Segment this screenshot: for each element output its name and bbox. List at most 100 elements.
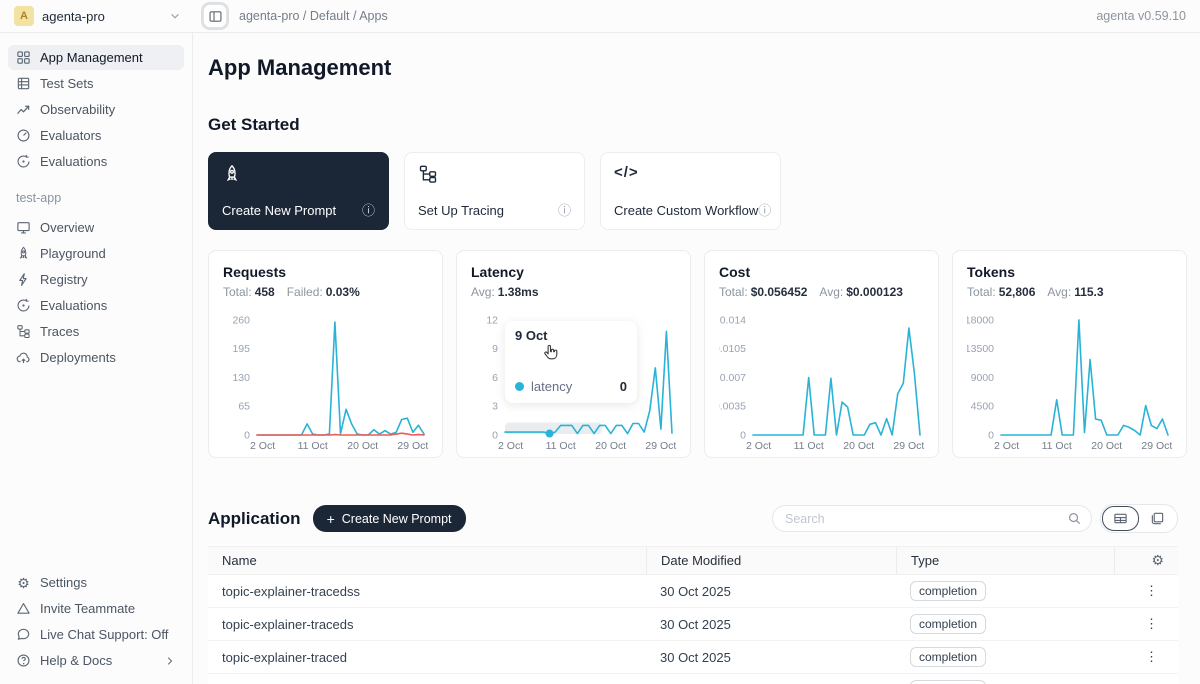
chart-stats: Total:458Failed:0.03%	[223, 285, 428, 299]
svg-text:2 Oct: 2 Oct	[250, 440, 275, 452]
monitor-icon	[16, 220, 31, 235]
sidebar: App ManagementTest SetsObservability Eval…	[0, 33, 193, 684]
column-header-type[interactable]: Type	[896, 547, 1114, 574]
chart-stats: Total:52,806Avg:115.3	[967, 285, 1172, 299]
svg-text:20 Oct: 20 Oct	[347, 440, 378, 452]
row-actions-cell: ⋮	[1114, 649, 1178, 665]
app-name-cell: topic-explainer-tracedss	[208, 584, 646, 599]
chevron-down-icon	[168, 9, 182, 23]
gear-icon[interactable]: ⚙	[1151, 552, 1164, 569]
workspace-switcher[interactable]: A agenta-pro	[0, 0, 193, 32]
sidebar-item-live-chat-support-off[interactable]: Live Chat Support: Off	[8, 622, 184, 647]
svg-text:9: 9	[492, 343, 498, 355]
view-toggle	[1100, 504, 1178, 533]
type-badge: completion	[910, 680, 986, 684]
sidebar-item-evaluators[interactable]: Evaluators	[8, 123, 184, 148]
sidebar-item-label: Deployments	[40, 350, 116, 365]
chart-stats: Avg:1.38ms	[471, 285, 676, 299]
rows-icon	[16, 76, 31, 91]
svg-text:260: 260	[232, 314, 250, 326]
svg-text:13500: 13500	[967, 343, 994, 355]
sidebar-item-traces[interactable]: Traces	[8, 319, 184, 344]
sidebar-item-playground[interactable]: Playground	[8, 241, 184, 266]
svg-text:29 Oct: 29 Oct	[1141, 440, 1172, 452]
search-input[interactable]	[772, 505, 1092, 532]
info-icon[interactable]: ⓘ	[558, 204, 571, 217]
sidebar-item-label: Live Chat Support: Off	[40, 627, 168, 642]
svg-text:11 Oct: 11 Oct	[546, 440, 576, 452]
chart-plot-tokens[interactable]: 18000135009000450002 Oct11 Oct20 Oct29 O…	[967, 305, 1172, 455]
sidebar-item-help-docs[interactable]: Help & Docs	[8, 648, 184, 673]
sidebar-item-label: Evaluations	[40, 154, 107, 169]
info-icon[interactable]: ⓘ	[362, 204, 375, 217]
info-icon[interactable]: ⓘ	[758, 204, 771, 217]
sidebar-item-overview[interactable]: Overview	[8, 215, 184, 240]
column-header-date-modified[interactable]: Date Modified	[646, 547, 896, 574]
search-icon[interactable]	[1067, 511, 1082, 526]
mouse-cursor-icon	[541, 343, 560, 365]
tooltip-value: 0	[620, 379, 627, 394]
svg-text:0.0105: 0.0105	[719, 343, 746, 355]
card-label: Create New Prompt	[222, 203, 336, 218]
kebab-menu-icon[interactable]: ⋮	[1145, 583, 1158, 598]
sidebar-item-evaluations[interactable]: Evaluations	[8, 149, 184, 174]
refresh-icon	[16, 298, 31, 313]
create-new-prompt-card[interactable]: Create New Prompt ⓘ	[208, 152, 389, 230]
svg-text:11 Oct: 11 Oct	[1042, 440, 1072, 452]
row-actions-cell: ⋮	[1114, 616, 1178, 632]
table-row[interactable]: topic-explainer-traceds30 Oct 2025comple…	[208, 608, 1178, 641]
table-view-icon	[1113, 511, 1128, 526]
svg-text:2 Oct: 2 Oct	[498, 440, 523, 452]
chart-title: Tokens	[967, 264, 1172, 280]
sidebar-item-registry[interactable]: Registry	[8, 267, 184, 292]
series-dot-icon	[515, 382, 524, 391]
svg-text:29 Oct: 29 Oct	[397, 440, 428, 452]
chart-plot-requests[interactable]: 2601951306502 Oct11 Oct20 Oct29 Oct	[223, 305, 428, 455]
sidebar-item-observability[interactable]: Observability	[8, 97, 184, 122]
sidebar-item-label: Registry	[40, 272, 88, 287]
card-label: Set Up Tracing	[418, 203, 504, 218]
card-view-button[interactable]	[1139, 506, 1176, 531]
chart-tooltip: 9 Octlatency0	[505, 321, 637, 403]
column-header-name[interactable]: Name	[208, 547, 646, 574]
sidebar-item-invite-teammate[interactable]: Invite Teammate	[8, 596, 184, 621]
breadcrumb[interactable]: agenta-pro / Default / Apps	[239, 9, 388, 23]
tooltip-date: 9 Oct	[515, 328, 627, 343]
kebab-menu-icon[interactable]: ⋮	[1145, 649, 1158, 664]
create-custom-workflow-card[interactable]: </> Create Custom Workflow ⓘ	[600, 152, 781, 230]
metrics-charts-row: RequestsTotal:458Failed:0.03%26019513065…	[208, 250, 1178, 458]
table-row[interactable]: career-assessment27 Oct 2025completion⋮	[208, 674, 1178, 684]
chart-stat: Total:458	[223, 285, 275, 299]
refresh-icon	[16, 154, 31, 169]
sidebar-item-settings[interactable]: ⚙Settings	[8, 570, 184, 595]
svg-text:11 Oct: 11 Oct	[298, 440, 328, 452]
sidebar-collapse-button[interactable]	[203, 4, 227, 28]
table-view-button[interactable]	[1102, 506, 1139, 531]
set-up-tracing-card[interactable]: Set Up Tracing ⓘ	[404, 152, 585, 230]
create-new-prompt-button[interactable]: + Create New Prompt	[313, 505, 466, 532]
sidebar-item-app-management[interactable]: App Management	[8, 45, 184, 70]
sidebar-app-section-label: test-app	[16, 191, 184, 205]
help-icon	[16, 653, 31, 668]
table-row[interactable]: topic-explainer-traced30 Oct 2025complet…	[208, 641, 1178, 674]
rocket-icon	[16, 246, 31, 261]
sidebar-item-deployments[interactable]: Deployments	[8, 345, 184, 370]
sidebar-item-test-sets[interactable]: Test Sets	[8, 71, 184, 96]
sidebar-item-evaluations[interactable]: Evaluations	[8, 293, 184, 318]
kebab-menu-icon[interactable]: ⋮	[1145, 616, 1158, 631]
sidebar-footer-nav: ⚙SettingsInvite Teammate Live Chat Suppor…	[8, 570, 184, 674]
get-started-heading: Get Started	[208, 115, 1178, 135]
app-name-cell: topic-explainer-traceds	[208, 617, 646, 632]
chart-title: Requests	[223, 264, 428, 280]
sidebar-item-label: Evaluators	[40, 128, 101, 143]
type-cell: completion	[896, 647, 1114, 667]
tracing-icon	[418, 164, 438, 184]
chart-plot-cost[interactable]: 0.0140.01050.0070.003502 Oct11 Oct20 Oct…	[719, 305, 924, 455]
sidebar-main-nav: App ManagementTest SetsObservability Eval…	[8, 45, 184, 175]
chart-title: Latency	[471, 264, 676, 280]
svg-text:20 Oct: 20 Oct	[843, 440, 874, 452]
create-button-label: Create New Prompt	[342, 512, 452, 526]
svg-text:12: 12	[486, 314, 498, 326]
table-row[interactable]: topic-explainer-tracedss30 Oct 2025compl…	[208, 575, 1178, 608]
svg-text:130: 130	[232, 372, 250, 384]
